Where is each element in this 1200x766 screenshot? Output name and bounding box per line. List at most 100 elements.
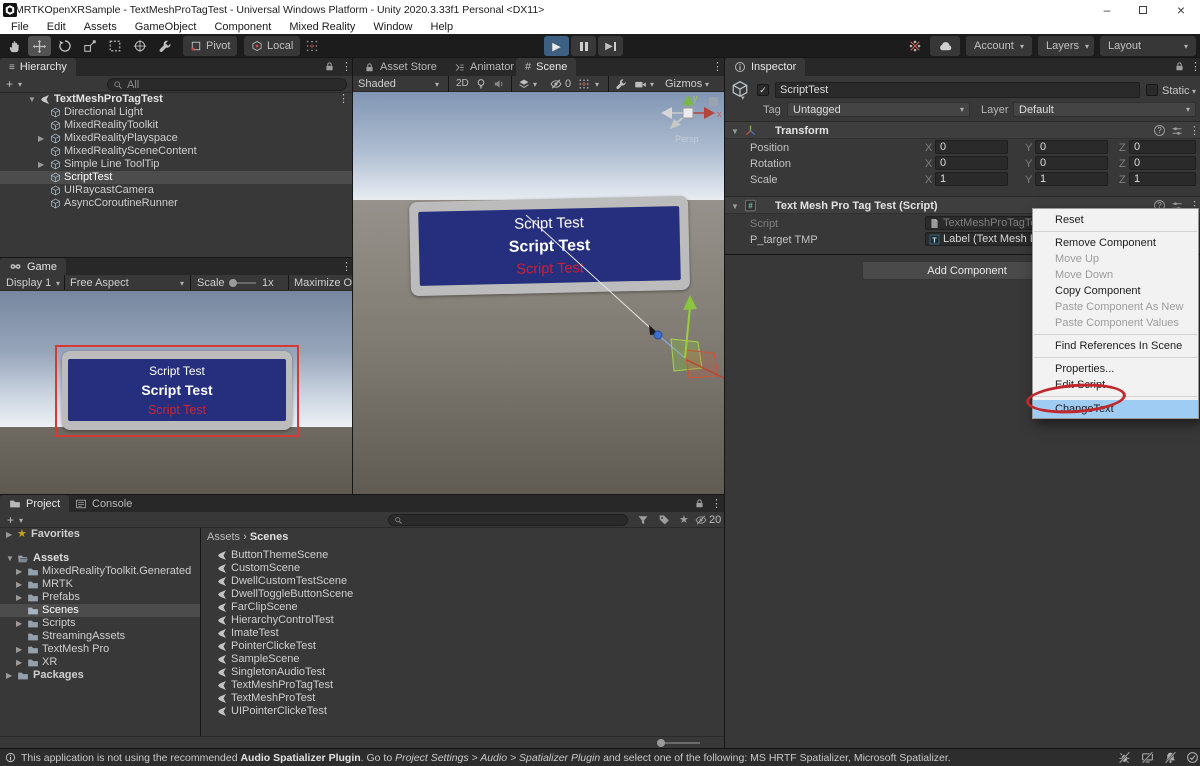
debugger-disabled-icon[interactable] [1118, 751, 1131, 764]
folder-node[interactable]: ▶ MRTK [0, 578, 200, 591]
context-menu-item-reset[interactable]: Reset [1033, 212, 1198, 228]
foldout-open-icon[interactable]: ▼ [6, 552, 14, 565]
menu-help[interactable]: Help [422, 20, 463, 34]
gizmo-y-arrowhead[interactable] [683, 295, 697, 310]
divider[interactable] [0, 494, 725, 495]
foldout-closed-icon[interactable]: ▶ [16, 591, 22, 604]
layer-dropdown[interactable]: Default ▾ [1013, 102, 1196, 117]
asset-item[interactable]: DwellToggleButtonScene [201, 588, 725, 601]
close-button[interactable]: × [1166, 0, 1196, 20]
hierarchy-item[interactable]: UIRaycastCamera [0, 184, 352, 197]
asset-item[interactable]: TextMeshProTest [201, 692, 725, 705]
cloud-button[interactable] [930, 36, 960, 56]
foldout-closed-icon[interactable]: ▶ [38, 158, 44, 171]
icon-size-slider-track[interactable] [660, 742, 700, 744]
preset-icon[interactable] [1171, 125, 1183, 137]
rotation-y-field[interactable]: 0 [1035, 156, 1108, 170]
tab-animator[interactable]: Animator [445, 58, 523, 76]
foldout-open-icon[interactable]: ▼ [28, 93, 36, 106]
packages-root-node[interactable]: ▶ Packages [0, 669, 200, 682]
foldout-closed-icon[interactable]: ▶ [6, 669, 12, 682]
rotate-tool-icon[interactable] [53, 36, 76, 56]
context-menu-item-copy-component[interactable]: Copy Component [1033, 283, 1198, 299]
asset-item[interactable]: SampleScene [201, 653, 725, 666]
filter-by-label-icon[interactable] [658, 514, 670, 526]
context-menu-item-edit-script[interactable]: Edit Script [1033, 377, 1198, 393]
foldout-open-icon[interactable]: ▼ [731, 202, 739, 211]
orientation-gizmo-x[interactable] [704, 107, 715, 119]
asset-item[interactable]: ImateTest [201, 627, 725, 640]
tab-scene[interactable]: # Scene [516, 58, 577, 76]
create-add-button[interactable]: + [6, 77, 13, 91]
pause-button[interactable] [571, 36, 596, 56]
tag-dropdown[interactable]: Untagged ▾ [787, 102, 970, 117]
hierarchy-item[interactable]: MixedRealityToolkit [0, 119, 352, 132]
menu-gameobject[interactable]: GameObject [126, 20, 206, 34]
gameobject-name-field[interactable] [775, 82, 1140, 98]
menu-assets[interactable]: Assets [75, 20, 126, 34]
minimize-button[interactable]: – [1092, 0, 1122, 20]
hierarchy-item[interactable]: MixedRealitySceneContent [0, 145, 352, 158]
layers-dropdown[interactable]: Layers ▾ [1038, 36, 1094, 56]
hidden-objects-icon[interactable] [550, 78, 562, 90]
favorites-node[interactable]: ▶ ★ Favorites [0, 528, 200, 541]
favorites-filter-icon[interactable]: ★ [679, 513, 689, 526]
hierarchy-item[interactable]: ▶ MixedRealityPlayspace [0, 132, 352, 145]
kebab-menu-icon[interactable]: ⋮ [341, 60, 352, 73]
context-menu-item-remove-component[interactable]: Remove Component [1033, 235, 1198, 251]
divider[interactable] [0, 257, 352, 258]
help-icon[interactable]: ? [1154, 125, 1165, 136]
anchor-handle[interactable] [653, 330, 663, 340]
asset-item[interactable]: CustomScene [201, 562, 725, 575]
kebab-menu-icon[interactable]: ⋮ [1189, 124, 1200, 137]
hierarchy-scene-root[interactable]: ▼ TextMeshProTagTest ⋮ [0, 93, 352, 106]
grid-visibility-icon[interactable] [578, 78, 590, 90]
tab-hierarchy[interactable]: ≡ Hierarchy [0, 58, 76, 76]
divider[interactable] [724, 58, 725, 748]
persp-label[interactable]: Persp [675, 134, 699, 144]
custom-tool-icon[interactable] [153, 36, 176, 56]
menu-edit[interactable]: Edit [38, 20, 75, 34]
asset-item[interactable]: ButtonThemeScene [201, 549, 725, 562]
folder-node[interactable]: StreamingAssets [0, 630, 200, 643]
asset-item[interactable]: SingletonAudioTest [201, 666, 725, 679]
menu-window[interactable]: Window [364, 20, 421, 34]
maximize-button[interactable] [1128, 0, 1158, 20]
chevron-down-icon[interactable]: ▾ [741, 94, 745, 102]
context-menu-item-changetext[interactable]: ChangeText [1033, 400, 1198, 418]
lock-icon[interactable] [694, 498, 705, 509]
hierarchy-item[interactable]: Directional Light [0, 106, 352, 119]
folder-node[interactable]: ▶ Prefabs [0, 591, 200, 604]
position-y-field[interactable]: 0 [1035, 140, 1108, 154]
foldout-closed-icon[interactable]: ▶ [38, 132, 44, 145]
transform-tool-icon[interactable] [128, 36, 151, 56]
foldout-closed-icon[interactable]: ▶ [6, 528, 12, 541]
asset-item[interactable]: DwellCustomTestScene [201, 575, 725, 588]
context-menu-item-properties[interactable]: Properties... [1033, 361, 1198, 377]
kebab-menu-icon[interactable]: ⋮ [341, 260, 352, 273]
chevron-down-icon[interactable]: ▾ [19, 516, 23, 525]
breadcrumb-root[interactable]: Assets [207, 531, 240, 543]
hierarchy-item-selected[interactable]: ScriptTest [0, 171, 352, 184]
kebab-menu-icon[interactable]: ⋮ [1190, 60, 1200, 73]
rotation-x-field[interactable]: 0 [935, 156, 1008, 170]
icon-size-slider-knob[interactable] [657, 739, 665, 747]
scale-x-field[interactable]: 1 [935, 172, 1008, 186]
rotation-z-field[interactable]: 0 [1129, 156, 1196, 170]
scale-y-field[interactable]: 1 [1035, 172, 1108, 186]
effects-dropdown-icon[interactable] [518, 78, 530, 90]
foldout-closed-icon[interactable]: ▶ [16, 617, 22, 630]
tab-console[interactable]: Console [66, 495, 141, 512]
folder-node[interactable]: ▶ TextMesh Pro [0, 643, 200, 656]
tab-inspector[interactable]: Inspector [725, 58, 806, 76]
menu-mixed-reality[interactable]: Mixed Reality [280, 20, 364, 34]
folder-node[interactable]: ▶ XR [0, 656, 200, 669]
transform-component-header[interactable]: ▼ Transform ? ⋮ [725, 121, 1200, 139]
asset-item[interactable]: PointerClickeTest [201, 640, 725, 653]
gizmo-plane-handle-red[interactable] [684, 349, 719, 379]
foldout-closed-icon[interactable]: ▶ [16, 565, 22, 578]
scene-view-lock-icon[interactable] [709, 97, 718, 106]
pivot-toggle[interactable]: Pivot [183, 36, 238, 56]
hierarchy-item[interactable]: AsyncCoroutineRunner [0, 197, 352, 210]
component-tools-icon[interactable] [615, 78, 627, 90]
